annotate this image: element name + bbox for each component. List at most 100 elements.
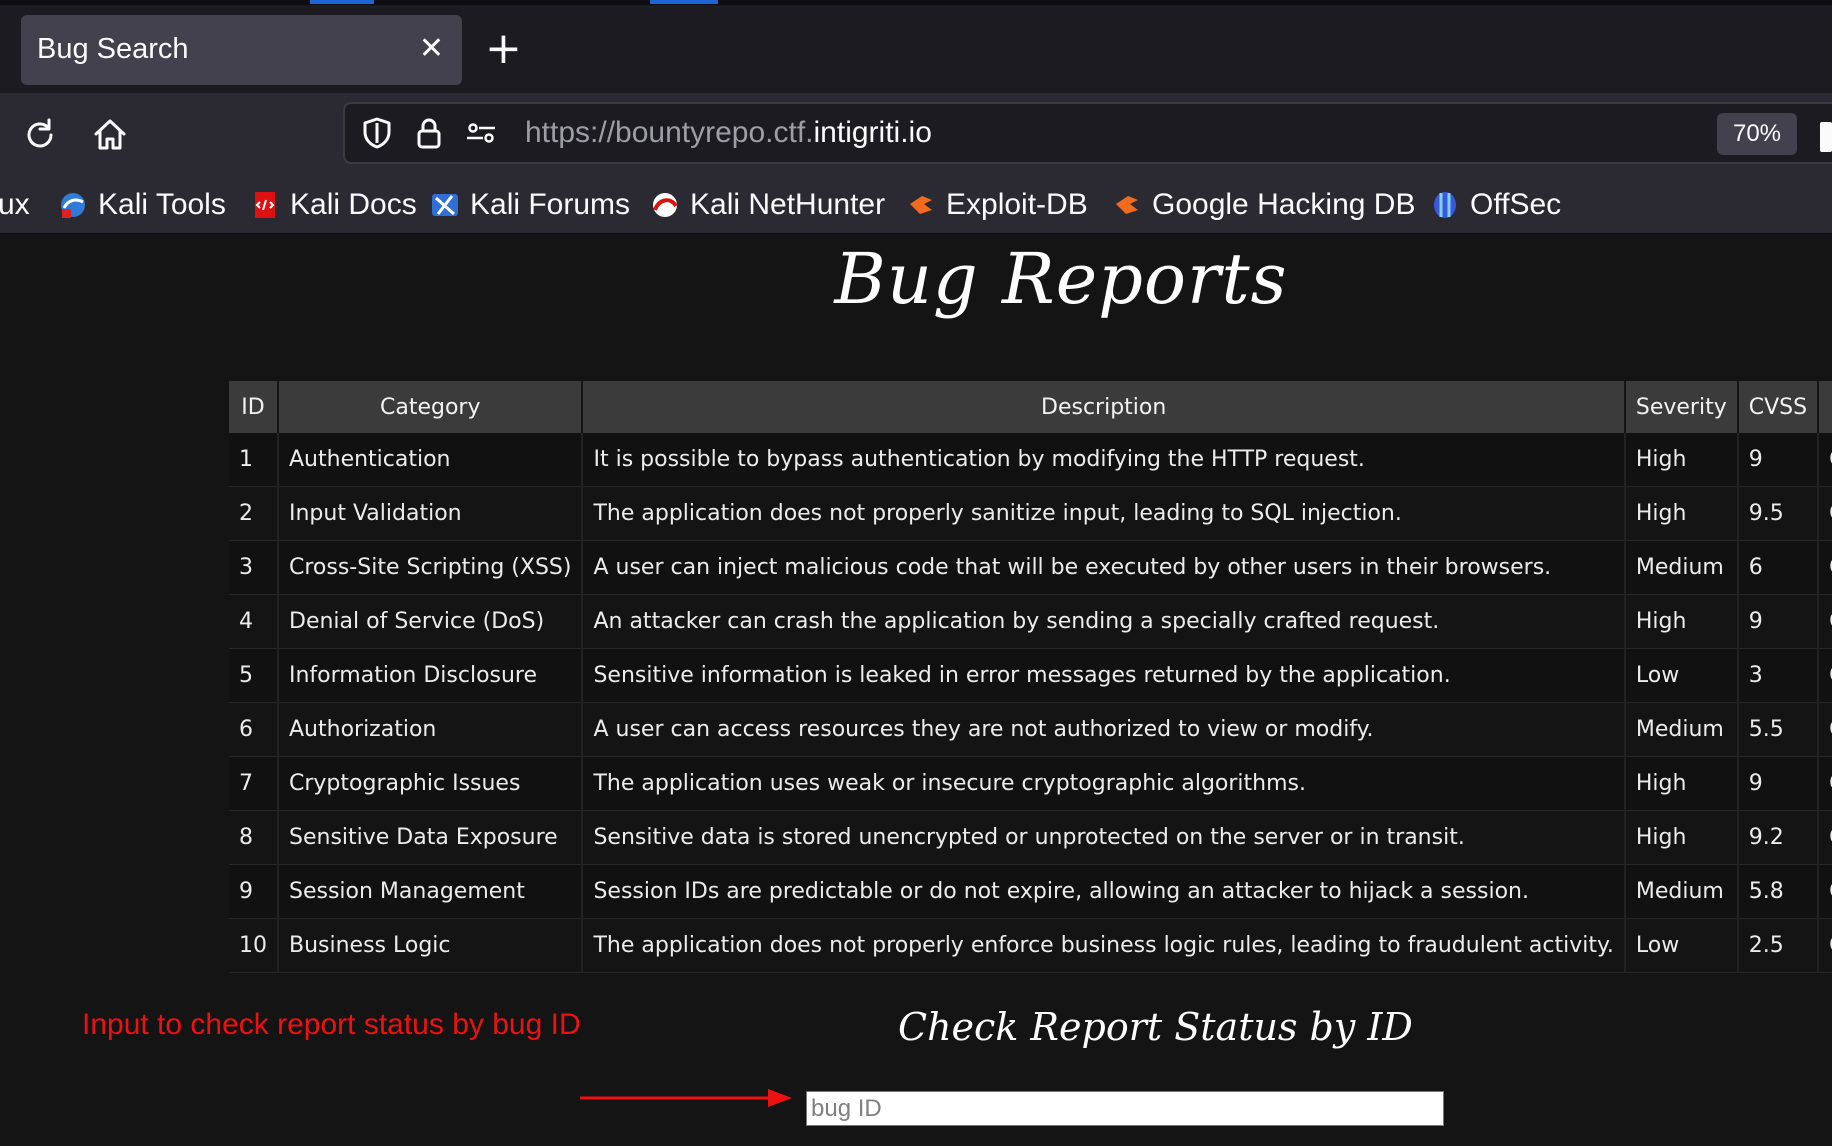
tab-indicator bbox=[650, 0, 718, 4]
tab-indicator bbox=[310, 0, 374, 4]
kali-nethunter-icon bbox=[653, 193, 678, 217]
cell-severity: High bbox=[1624, 594, 1739, 649]
tab-title: Bug Search bbox=[37, 33, 189, 65]
column-header-id: ID bbox=[229, 381, 279, 433]
cell-id: 10 bbox=[229, 918, 279, 973]
cell-category: Input Validation bbox=[278, 486, 584, 541]
close-icon[interactable]: ✕ bbox=[419, 29, 444, 69]
cell-cvss: 9.2 bbox=[1737, 810, 1820, 865]
url-bar[interactable]: https://bountyrepo.ctf.intigriti.io 70% bbox=[343, 102, 1832, 164]
cell-cvss: 9 bbox=[1737, 756, 1820, 811]
table-row: 5 Information Disclosure Sensitive infor… bbox=[229, 648, 1832, 703]
bug-id-input[interactable] bbox=[806, 1091, 1444, 1126]
cell-status: Open bbox=[1818, 594, 1832, 649]
cell-status: Closed bbox=[1818, 648, 1832, 703]
cell-severity: Low bbox=[1624, 918, 1739, 973]
table-row: 6 Authorization A user can access resour… bbox=[229, 702, 1832, 757]
table-row: 1 Authentication It is possible to bypas… bbox=[229, 433, 1832, 487]
cell-category: Business Logic bbox=[278, 918, 584, 973]
bookmark-label: Google Hacking DB bbox=[1152, 188, 1416, 221]
cell-id: 6 bbox=[229, 702, 279, 757]
lock-icon[interactable] bbox=[411, 115, 447, 151]
cell-id: 1 bbox=[229, 433, 279, 487]
table-row: 9 Session Management Session IDs are pre… bbox=[229, 864, 1832, 919]
cell-category: Cross-Site Scripting (XSS) bbox=[278, 540, 584, 595]
exploit-db-icon bbox=[910, 196, 932, 214]
cell-category: Session Management bbox=[278, 864, 584, 919]
bookmark-label: Kali Docs bbox=[290, 188, 417, 221]
cell-id: 5 bbox=[229, 648, 279, 703]
cell-id: 7 bbox=[229, 756, 279, 811]
cell-category: Denial of Service (DoS) bbox=[278, 594, 584, 649]
kali-docs-icon bbox=[255, 192, 275, 218]
bookmark-label: Kali NetHunter bbox=[690, 188, 886, 221]
bookmark-exploit-db[interactable]: Exploit-DB bbox=[906, 185, 1088, 225]
annotation-arrow-icon bbox=[580, 1089, 792, 1107]
cell-cvss: 9 bbox=[1737, 594, 1820, 649]
cell-description: The application uses weak or insecure cr… bbox=[582, 756, 1626, 811]
bookmark-kali-forums[interactable]: Kali Forums bbox=[430, 185, 630, 225]
bookmark-kali-nethunter[interactable]: Kali NetHunter bbox=[650, 185, 885, 225]
bookmark-label: Exploit-DB bbox=[946, 188, 1088, 221]
annotation-label: Input to check report status by bug ID bbox=[82, 1008, 581, 1041]
zoom-level-button[interactable]: 70% bbox=[1717, 113, 1797, 155]
url-prefix: https://bountyrepo.ctf. bbox=[525, 116, 814, 149]
cell-severity: Low bbox=[1624, 648, 1739, 703]
cell-description: A user can inject malicious code that wi… bbox=[582, 540, 1626, 595]
cell-severity: Medium bbox=[1624, 864, 1739, 919]
bookmark-google-hacking-db[interactable]: Google Hacking DB bbox=[1112, 185, 1415, 225]
cell-description: It is possible to bypass authentication … bbox=[582, 433, 1626, 487]
cell-id: 3 bbox=[229, 540, 279, 595]
cell-category: Sensitive Data Exposure bbox=[278, 810, 584, 865]
table-row: 8 Sensitive Data Exposure Sensitive data… bbox=[229, 810, 1832, 865]
bookmark-label: OffSec bbox=[1470, 188, 1562, 221]
bookmark-offsec[interactable]: OffSec bbox=[1430, 185, 1561, 225]
cell-description: The application does not properly enforc… bbox=[582, 918, 1626, 973]
cell-severity: High bbox=[1624, 810, 1739, 865]
cell-cvss: 2.5 bbox=[1737, 918, 1820, 973]
cell-cvss: 5.8 bbox=[1737, 864, 1820, 919]
home-icon[interactable] bbox=[90, 115, 130, 155]
new-tab-icon[interactable]: + bbox=[485, 27, 522, 71]
cell-status: Closed bbox=[1818, 756, 1832, 811]
extensions-icon[interactable] bbox=[1820, 122, 1832, 152]
cell-cvss: 6 bbox=[1737, 540, 1820, 595]
cell-id: 9 bbox=[229, 864, 279, 919]
bookmark-label: ux bbox=[0, 188, 30, 221]
cell-description: The application does not properly saniti… bbox=[582, 486, 1626, 541]
cell-severity: High bbox=[1624, 433, 1739, 487]
bookmarks-toolbar: ux Kali Tools Kali Docs Kali Forums Kali… bbox=[0, 177, 1832, 234]
bookmark-label: Kali Tools bbox=[98, 188, 226, 221]
bookmark-kali-linux[interactable]: ux bbox=[0, 185, 30, 225]
cell-description: Sensitive information is leaked in error… bbox=[582, 648, 1626, 703]
ghdb-icon bbox=[1116, 196, 1138, 214]
permissions-icon[interactable] bbox=[463, 115, 499, 151]
shield-icon[interactable] bbox=[359, 115, 395, 151]
table-header-row: ID Category Description Severity CVSS St… bbox=[229, 381, 1832, 433]
column-header-category: Category bbox=[278, 381, 584, 433]
table-row: 3 Cross-Site Scripting (XSS) A user can … bbox=[229, 540, 1832, 595]
cell-description: Sensitive data is stored unencrypted or … bbox=[582, 810, 1626, 865]
cell-id: 8 bbox=[229, 810, 279, 865]
cell-category: Authentication bbox=[278, 433, 584, 487]
cell-category: Authorization bbox=[278, 702, 584, 757]
page-title: Bug Reports bbox=[834, 238, 1288, 320]
offsec-icon bbox=[1434, 192, 1456, 218]
cell-status: Open bbox=[1818, 433, 1832, 487]
cell-status: Open bbox=[1818, 540, 1832, 595]
cell-id: 4 bbox=[229, 594, 279, 649]
cell-severity: Medium bbox=[1624, 540, 1739, 595]
cell-severity: High bbox=[1624, 486, 1739, 541]
reload-icon[interactable] bbox=[20, 115, 60, 155]
bookmark-kali-tools[interactable]: Kali Tools bbox=[58, 185, 226, 225]
table-row: 7 Cryptographic Issues The application u… bbox=[229, 756, 1832, 811]
url-text[interactable]: https://bountyrepo.ctf.intigriti.io bbox=[525, 116, 932, 150]
bookmark-kali-docs[interactable]: Kali Docs bbox=[250, 185, 417, 225]
cell-description: An attacker can crash the application by… bbox=[582, 594, 1626, 649]
cell-id: 2 bbox=[229, 486, 279, 541]
cell-category: Information Disclosure bbox=[278, 648, 584, 703]
tab-bug-search[interactable]: Bug Search ✕ bbox=[21, 15, 462, 85]
cell-cvss: 5.5 bbox=[1737, 702, 1820, 757]
tab-bar: Bug Search ✕ + bbox=[0, 0, 1832, 98]
kali-forums-icon bbox=[432, 194, 458, 216]
